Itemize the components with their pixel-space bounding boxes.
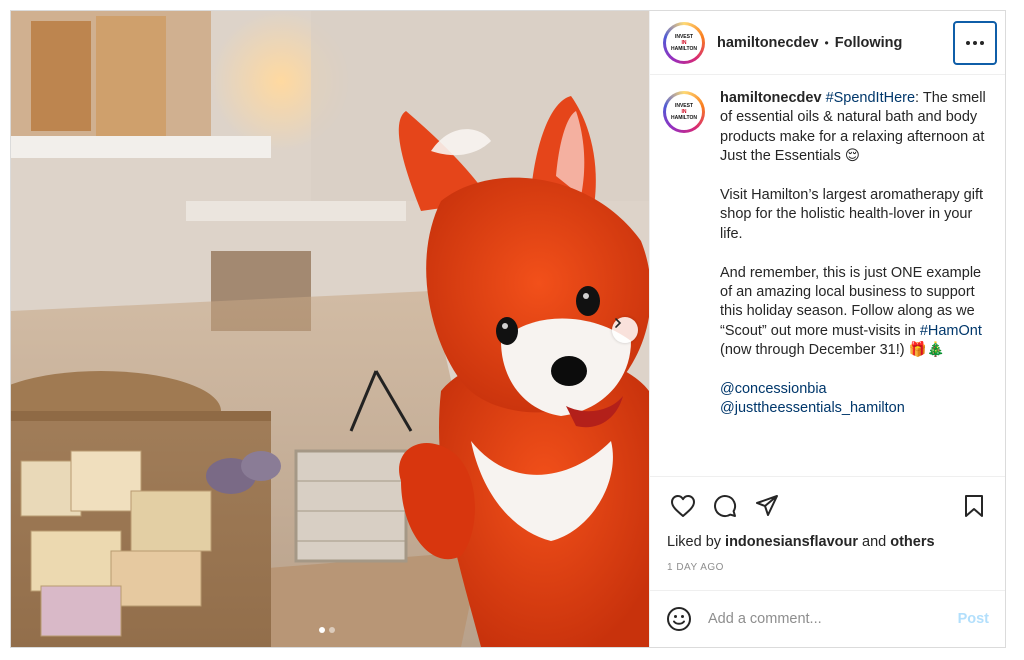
mention-concessionbia[interactable]: @concessionbia	[720, 380, 988, 399]
following-button[interactable]: Following	[835, 35, 903, 51]
caption-username[interactable]: hamiltonecdev	[720, 90, 822, 106]
smiley-icon[interactable]	[666, 606, 692, 632]
like-button[interactable]	[666, 489, 700, 523]
carousel-dot	[329, 627, 335, 633]
post-timestamp[interactable]: 1 DAY AGO	[650, 556, 1005, 584]
hashtag-hamont[interactable]: #HamOnt	[920, 323, 982, 339]
post-header: INVEST IN HAMILTON hamiltonecdev • Followi…	[650, 11, 1005, 75]
bookmark-icon	[965, 494, 983, 517]
caption-text-3-end: (now through December 31!) 🎁🎄	[720, 342, 945, 359]
mention-justtheessentials[interactable]: @justtheessentials_hamilton	[720, 399, 988, 418]
photo-illustration	[11, 11, 649, 647]
comment-input[interactable]	[708, 611, 958, 627]
action-bar	[650, 476, 1005, 534]
comment-bubble-icon	[714, 494, 737, 517]
invest-hamilton-logo: INVEST IN HAMILTON	[666, 94, 702, 130]
comment-composer: Post	[650, 590, 1005, 647]
separator-dot: •	[824, 35, 829, 50]
instagram-post: INVEST IN HAMILTON hamiltonecdev • Followi…	[10, 10, 1006, 648]
post-side-panel: INVEST IN HAMILTON hamiltonecdev • Followi…	[649, 11, 1005, 647]
next-slide-button[interactable]	[612, 317, 638, 343]
post-caption: hamiltonecdev #SpendItHere: The smell of…	[720, 89, 988, 476]
likes-others[interactable]: others	[890, 534, 934, 550]
likes-and: and	[858, 534, 891, 550]
profile-avatar[interactable]: INVEST IN HAMILTON	[663, 21, 705, 64]
share-button[interactable]	[750, 489, 784, 523]
likes-summary: Liked by indonesiansflavour and others	[650, 534, 1005, 556]
comment-button[interactable]	[708, 489, 742, 523]
carousel-indicator	[319, 627, 335, 633]
hashtag-spenditthere[interactable]: #SpendItHere	[826, 90, 915, 106]
more-options-button[interactable]	[953, 20, 997, 65]
post-photo[interactable]	[11, 11, 649, 647]
carousel-dot-active	[319, 627, 325, 633]
caption-text-2: Visit Hamilton’s largest aromatherapy gi…	[720, 187, 983, 242]
liked-by-user[interactable]: indonesiansflavour	[725, 534, 858, 550]
heart-icon	[671, 494, 695, 517]
caption-avatar[interactable]: INVEST IN HAMILTON	[663, 91, 705, 133]
chevron-right-icon	[615, 318, 622, 328]
caption-area: INVEST IN HAMILTON hamiltonecdev #SpendItH…	[650, 75, 1005, 476]
invest-hamilton-logo: INVEST IN HAMILTON	[666, 24, 702, 61]
likes-prefix: Liked by	[667, 534, 726, 550]
save-button[interactable]	[957, 489, 991, 523]
paper-plane-icon	[756, 494, 778, 516]
header-username[interactable]: hamiltonecdev	[717, 35, 819, 51]
more-horizontal-icon	[966, 40, 984, 45]
post-comment-button[interactable]: Post	[958, 611, 989, 627]
